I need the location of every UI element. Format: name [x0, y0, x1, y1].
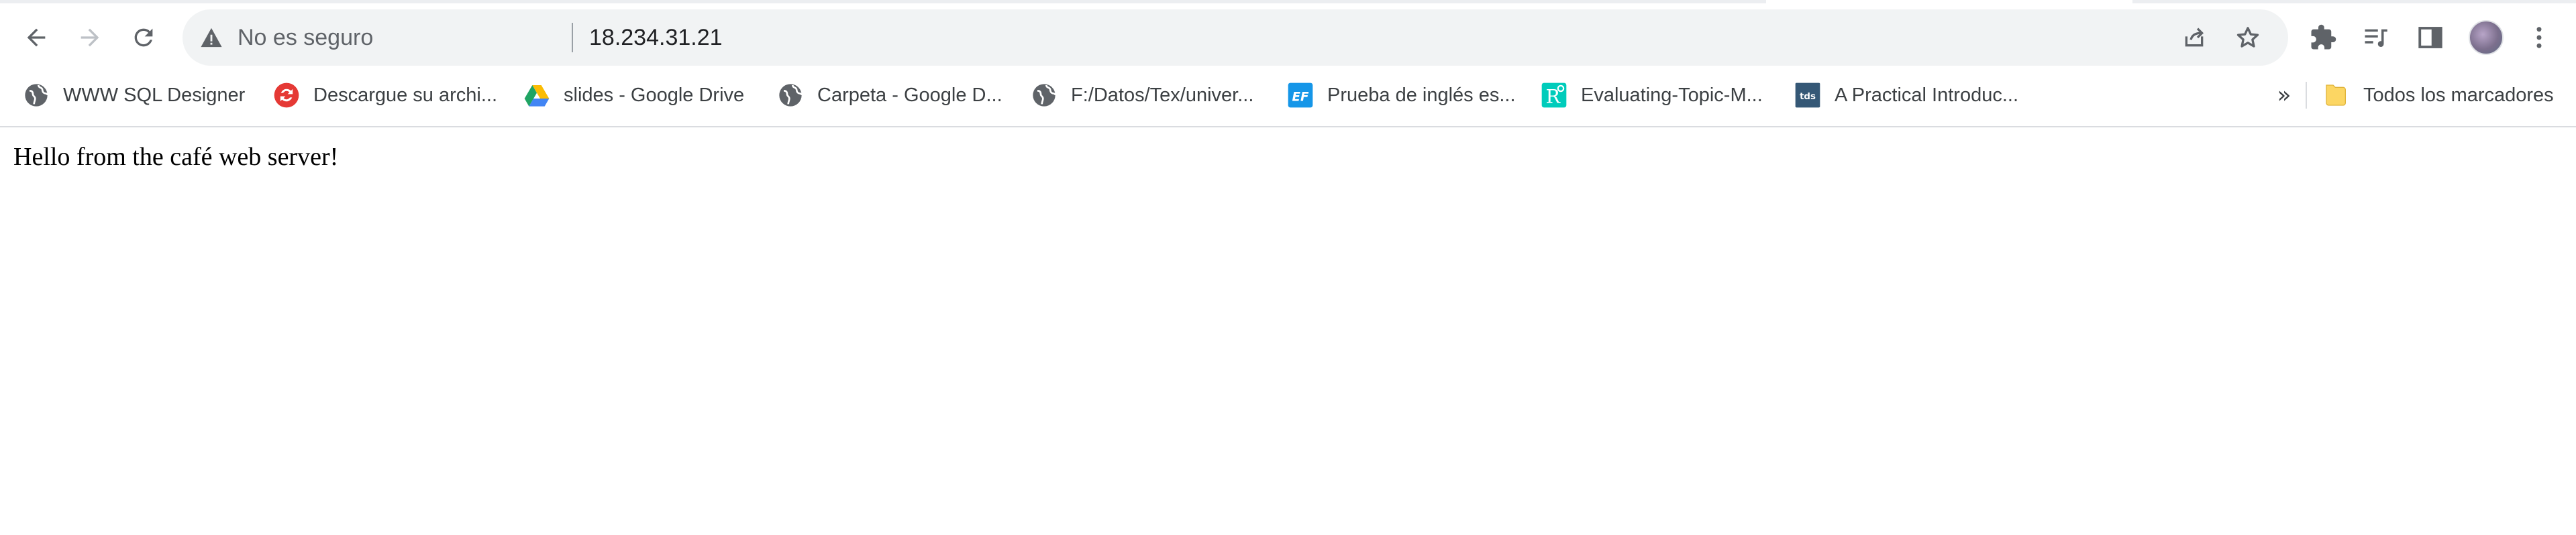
- bookmark-label: WWW SQL Designer: [63, 84, 246, 106]
- bookmark-item[interactable]: WWW SQL Designer: [23, 75, 245, 115]
- bookmarks-divider: [2306, 82, 2307, 109]
- security-status-text[interactable]: No es seguro: [238, 21, 373, 54]
- bookmark-label: slides - Google Drive: [564, 84, 745, 106]
- globe-icon: [1031, 82, 1058, 109]
- bookmark-item[interactable]: Descargue su archi...: [273, 75, 497, 115]
- all-bookmarks-folder[interactable]: Todos los marcadores: [2323, 75, 2554, 115]
- playlist-music-icon: [2365, 29, 2387, 47]
- tab-edge-segment: [0, 0, 1766, 3]
- all-bookmarks-label: Todos los marcadores: [2363, 84, 2554, 106]
- puzzle-icon: [2311, 24, 2336, 50]
- svg-text:tds: tds: [1800, 92, 1816, 102]
- forward-button[interactable]: [72, 20, 107, 55]
- folder-icon: [2323, 82, 2350, 109]
- bookmark-item[interactable]: Carpeta - Google D...: [777, 75, 1002, 115]
- reload-icon: [134, 28, 153, 47]
- page-body-text: Hello from the café web server!: [13, 143, 339, 171]
- ef-icon: EF: [1287, 82, 1314, 109]
- address-separator: [572, 23, 573, 52]
- globe-icon: [777, 82, 804, 109]
- arrow-right-icon: [81, 28, 99, 47]
- red-recycle-icon: [273, 82, 300, 109]
- bookmark-item[interactable]: tds A Practical Introduc...: [1794, 75, 2018, 115]
- bookmark-label: Carpeta - Google D...: [817, 84, 1002, 106]
- warning-icon[interactable]: [200, 27, 223, 48]
- bookmark-label: Evaluating-Topic-M...: [1581, 84, 1763, 106]
- browser-chrome: No es seguro 18.234.31.21 WWW SQL Design…: [0, 0, 2576, 127]
- chrome-menu-button[interactable]: [2523, 21, 2555, 54]
- tds-icon: tds: [1794, 82, 1821, 109]
- bookmark-label: Prueba de inglés es...: [1327, 84, 1516, 106]
- side-panel-icon: [2418, 27, 2442, 48]
- bookmark-item[interactable]: slides - Google Drive: [523, 75, 744, 115]
- tab-strip-edge: [0, 0, 2576, 3]
- bookmark-item[interactable]: EF Prueba de inglés es...: [1287, 75, 1516, 115]
- back-button[interactable]: [19, 20, 54, 55]
- bookmark-item[interactable]: F:/Datos/Tex/univer...: [1031, 75, 1253, 115]
- toolbar: No es seguro 18.234.31.21: [0, 5, 2576, 70]
- page-content: Hello from the café web server!: [0, 129, 2576, 535]
- side-panel-button[interactable]: [2414, 21, 2446, 54]
- reload-button[interactable]: [126, 20, 161, 55]
- tab-edge-segment: [2132, 0, 2576, 3]
- more-vert-icon: [2536, 27, 2542, 48]
- media-controls-button[interactable]: [2361, 21, 2393, 54]
- share-button[interactable]: [2179, 23, 2209, 52]
- profile-avatar[interactable]: [2469, 20, 2504, 55]
- extensions-button[interactable]: [2307, 21, 2339, 54]
- bookmark-label: Descargue su archi...: [313, 84, 498, 106]
- url-text[interactable]: 18.234.31.21: [589, 21, 723, 54]
- bookmarks-bar: WWW SQL Designer Descargue su archi... s…: [0, 75, 2576, 115]
- star-icon: [2236, 27, 2259, 48]
- bookmark-label: A Practical Introduc...: [1835, 84, 2019, 106]
- researchgate-icon: R: [1541, 82, 1567, 109]
- bookmark-item[interactable]: R Evaluating-Topic-M...: [1541, 75, 1763, 115]
- svg-text:EF: EF: [1292, 90, 1309, 104]
- google-drive-icon: [523, 82, 550, 109]
- bookmark-star-button[interactable]: [2233, 23, 2263, 52]
- bookmark-label: F:/Datos/Tex/univer...: [1071, 84, 1254, 106]
- bookmarks-overflow-button[interactable]: »: [2269, 80, 2299, 110]
- share-icon: [2185, 27, 2204, 47]
- arrow-left-icon: [27, 28, 46, 47]
- globe-icon: [23, 82, 50, 109]
- address-bar[interactable]: No es seguro 18.234.31.21: [183, 9, 2288, 66]
